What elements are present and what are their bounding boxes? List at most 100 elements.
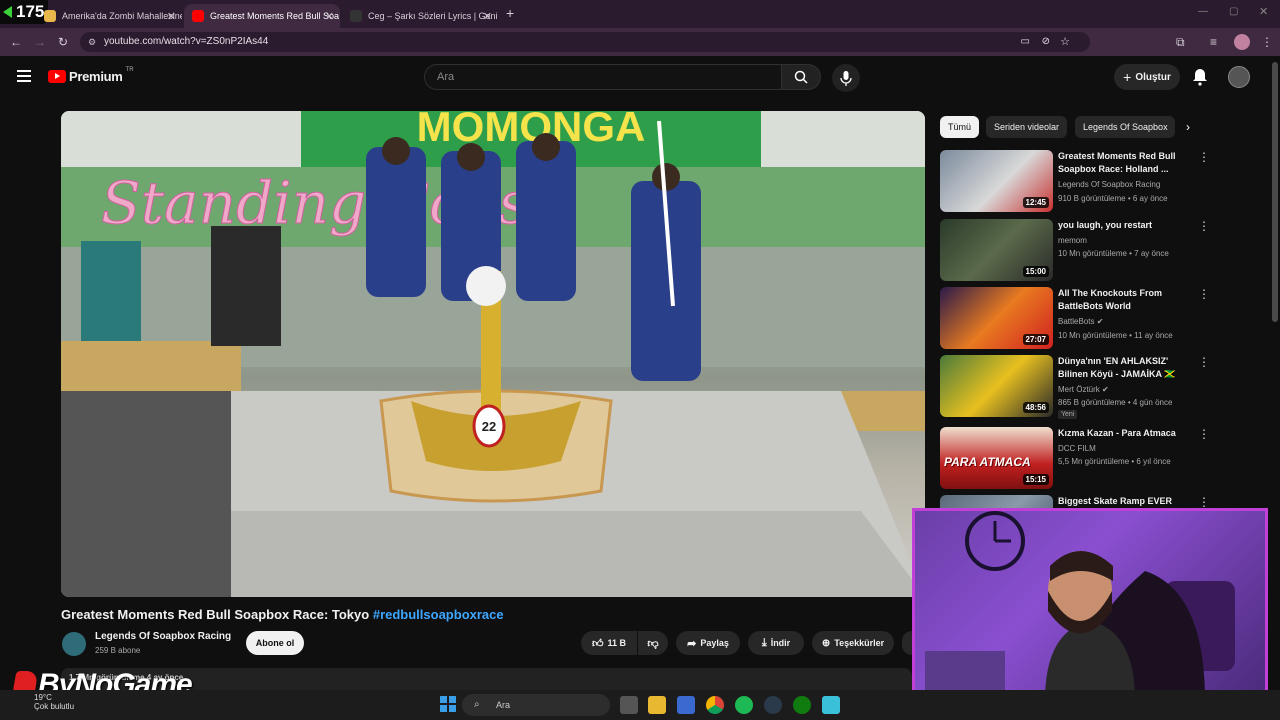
channel-avatar[interactable] [62,632,86,656]
list-item[interactable]: PARA ATMACA 15:15 Kızma Kazan - Para Atm… [940,427,1210,489]
share-button[interactable]: ➦ Paylaş [676,631,740,655]
duration-badge: 15:00 [1022,266,1049,277]
chip-all[interactable]: Tümü [940,116,980,138]
search-input[interactable]: Ara [424,64,782,90]
reading-list-icon[interactable]: ≡ [1210,35,1217,49]
list-item[interactable]: 48:56 Dünya'nın 'EN AHLAKSIZ' Bilinen Kö… [940,355,1210,421]
page-scrollbar[interactable] [1272,62,1278,322]
list-item[interactable]: 27:07 All The Knockouts From BattleBots … [940,287,1210,349]
file-explorer-icon[interactable] [648,696,666,714]
rec-channel[interactable]: memom [1058,236,1087,245]
more-actions-button[interactable] [902,631,912,655]
download-button[interactable]: ⤓ İndir [748,631,804,655]
chip-channel[interactable]: Legends Of Soapbox [1075,116,1175,138]
browser-menu-icon[interactable]: ⋮ [1261,35,1273,49]
youtube-favicon-icon [192,10,204,22]
tab-title: Greatest Moments Red Bull Soa [210,11,340,21]
video-thumbnail[interactable]: 27:07 [940,287,1053,349]
rec-title[interactable]: Greatest Moments Red Bull Soapbox Race: … [1058,150,1196,176]
create-button[interactable]: + Oluştur [1114,64,1180,90]
tab-greatest-moments[interactable]: Greatest Moments Red Bull Soa ✕ [184,4,340,28]
close-tab-icon[interactable]: ✕ [483,10,492,23]
hide-icon[interactable]: ⊘ [1042,32,1050,52]
like-button[interactable]: 👍︎ 11 B [581,631,637,655]
new-tab-icon[interactable]: + [506,5,514,21]
search-icon [794,70,808,84]
task-view-icon[interactable] [620,696,638,714]
extensions-icon[interactable]: ⧉ [1176,35,1185,50]
minimize-icon[interactable]: — [1198,6,1208,17]
video-player[interactable]: MOMONGA Standing Coast 22 [61,111,925,597]
rec-title[interactable]: Biggest Skate Ramp EVER [1058,495,1196,508]
chip-series[interactable]: Seriden videolar [986,116,1068,138]
close-window-icon[interactable]: ✕ [1259,5,1268,18]
notepad-icon[interactable] [822,696,840,714]
more-options-icon[interactable]: ⋮ [1198,495,1210,509]
tab-ceg-lyrics[interactable]: Ceg – Şarkı Sözleri Lyrics | Geni ✕ [342,4,498,28]
back-icon[interactable]: ← [10,35,22,49]
verified-check-icon: ✔ [1096,317,1104,326]
rec-meta: 865 B görüntüleme • 4 gün önce [1058,398,1173,407]
hamburger-menu-icon[interactable] [17,70,31,82]
video-thumbnail[interactable]: 48:56 [940,355,1053,417]
channel-name[interactable]: Legends Of Soapbox Racing [95,631,231,642]
video-thumbnail[interactable]: 15:00 [940,219,1053,281]
video-title: Greatest Moments Red Bull Soapbox Race: … [61,607,504,622]
rec-title[interactable]: Kızma Kazan - Para Atmaca [1058,427,1196,440]
spotify-icon[interactable] [735,696,753,714]
rec-title[interactable]: All The Knockouts From BattleBots World … [1058,287,1196,313]
rec-title[interactable]: you laugh, you restart [1058,219,1196,232]
xbox-icon[interactable] [793,696,811,714]
download-icon: ⤓ [761,636,767,649]
rec-channel[interactable]: Legends Of Soapbox Racing [1058,180,1160,189]
forward-icon[interactable]: → [34,35,46,49]
rec-channel[interactable]: BattleBots ✔ [1058,317,1103,326]
store-icon[interactable] [677,696,695,714]
tab-title: Ceg – Şarkı Sözleri Lyrics | Geni [368,11,498,21]
video-thumbnail[interactable]: PARA ATMACA 15:15 [940,427,1053,489]
close-tab-icon[interactable]: ✕ [167,10,176,23]
chrome-icon[interactable] [706,696,724,714]
taskbar-search[interactable]: ⌕ Ara [462,694,610,716]
profile-avatar[interactable] [1234,34,1250,50]
cast-icon[interactable]: ▭ [1021,32,1030,52]
steam-icon[interactable] [764,696,782,714]
subscribe-button[interactable]: Abone ol [246,631,304,655]
voice-search-button[interactable] [832,64,860,92]
more-options-icon[interactable]: ⋮ [1198,150,1210,164]
rec-title[interactable]: Dünya'nın 'EN AHLAKSIZ' Bilinen Köyü - J… [1058,355,1196,381]
close-tab-icon[interactable]: ✕ [325,10,334,23]
youtube-logo[interactable]: Premium TR [48,67,134,84]
more-options-icon[interactable]: ⋮ [1198,355,1210,369]
tab-zombi[interactable]: Amerika'da Zombi Mahallesine ✕ [36,4,182,28]
video-hashtag-link[interactable]: #redbullsoapboxrace [373,607,504,622]
thanks-button[interactable]: ⊕ Teşekkürler [812,631,894,655]
more-options-icon[interactable]: ⋮ [1198,287,1210,301]
video-thumbnail[interactable]: 12:45 [940,150,1053,212]
browser-tab-bar: 175 Amerika'da Zombi Mahallesine ✕ Great… [0,0,1280,28]
more-options-icon[interactable]: ⋮ [1198,427,1210,441]
more-options-icon[interactable]: ⋮ [1198,219,1210,233]
rec-channel[interactable]: DCC FILM [1058,444,1096,453]
duration-badge: 15:15 [1022,474,1049,485]
maximize-icon[interactable]: ▢ [1229,6,1238,17]
site-info-icon[interactable]: ⚙ [88,32,96,52]
video-thumbnail[interactable] [940,495,1053,509]
car-number-text: 22 [482,419,496,434]
taskbar-search-icon: ⌕ [474,699,480,710]
windows-start-icon[interactable] [440,696,456,712]
list-item[interactable]: 12:45 Greatest Moments Red Bull Soapbox … [940,150,1210,212]
dislike-button[interactable]: 👎︎ [638,631,668,655]
streamer-webcam-overlay [912,508,1268,705]
bookmark-star-icon[interactable]: ☆ [1060,32,1070,52]
chip-next-chevron-icon[interactable]: › [1186,120,1190,134]
weather-widget[interactable]: 19°C Çok bulutlu [34,693,74,711]
reload-icon[interactable]: ↻ [58,35,68,49]
rec-channel[interactable]: Mert Öztürk ✔ [1058,385,1109,394]
url-field[interactable]: ⚙ youtube.com/watch?v=ZS0nP2IAs44 ▭ ⊘ ☆ [80,32,1090,52]
search-button[interactable] [781,64,821,90]
list-item[interactable]: Biggest Skate Ramp EVER ⋮ [940,495,1210,509]
notifications-bell-icon[interactable] [1192,68,1208,91]
list-item[interactable]: 15:00 you laugh, you restart memom 10 Mn… [940,219,1210,281]
account-avatar[interactable] [1228,66,1250,88]
